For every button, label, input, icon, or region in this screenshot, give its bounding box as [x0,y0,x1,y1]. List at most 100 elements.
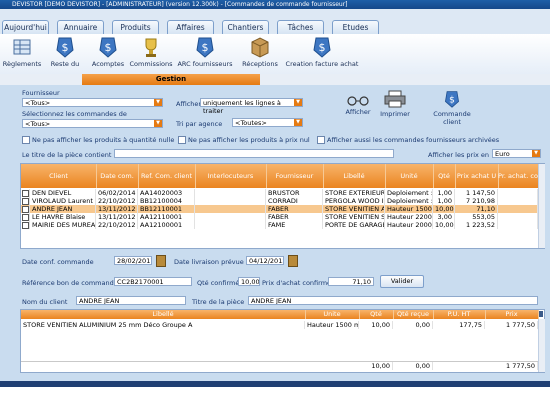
window-title: DEVISTOR [DEMO DEVISTOR] - [ADMINISTRATE… [12,1,348,8]
row-checkbox[interactable] [21,205,30,213]
cell-interlocuteurs [195,213,266,221]
table-row[interactable]: MAIRIE DES MUREAU 22/10/2012 AA12100001 … [21,221,538,229]
col-header-ref[interactable]: Ref. Com. client [138,164,196,188]
col-header-prix[interactable]: Prix [485,310,539,319]
cell-pr-achat-co [498,189,538,197]
row-checkbox[interactable] [21,189,30,197]
nom-client-input[interactable]: ANDRE JEAN [76,296,186,305]
cell-unite: Deploiement : [387,189,433,197]
chevron-down-icon: ▼ [532,150,540,157]
section-title: Gestion [82,74,260,85]
date-livraison-input[interactable]: 04/12/2012 [246,256,284,265]
col-header-pr-achat-co[interactable]: Pr. achat. co [498,164,539,188]
tab-chantiers[interactable]: Chantiers [222,20,269,34]
printer-icon [384,90,406,108]
date-conf-input[interactable]: 28/02/2017 [114,256,152,265]
col-header-date[interactable]: Date com. [96,164,139,188]
tab-annuaire[interactable]: Annuaire [57,20,104,34]
lines-header: Libellé Unite Qté prévue Qté reçue P.U. … [21,310,539,327]
toolbar-arc-fournisseurs[interactable]: $ ARC fournisseurs [176,36,234,68]
afficher-action[interactable]: Afficher [338,96,378,116]
section-bar: Gestion [0,74,550,85]
chevron-down-icon: ▼ [154,99,162,106]
orders-grid: Client Date com. Ref. Com. client Interl… [20,163,545,249]
save-icon[interactable] [539,311,543,317]
svg-text:$: $ [449,95,455,105]
commande-client-action[interactable]: $ Commande client [424,90,480,126]
cell-libelle: PORTE DE GARAGE [325,221,385,229]
menu-strip [0,9,550,20]
svg-text:$: $ [202,41,209,54]
col-header-libelle[interactable]: Libellé [323,164,386,188]
table-row[interactable]: STORE VENITIEN ALUMINIUM 25 mm Déco Grou… [21,321,538,329]
cell-interlocuteurs [195,197,266,205]
col-header-unite[interactable]: Unité [385,164,434,188]
tri-agence-select[interactable]: <Toutes> ▼ [232,118,303,127]
cell-ref: AA14020003 [138,189,195,197]
qte-nulle-checkbox[interactable] [22,136,30,144]
tab-affaires[interactable]: Affaires [167,20,214,34]
col-header-qte-recue[interactable]: Qté reçue [393,310,434,319]
ref-bon-input[interactable]: CC2B2170001 [114,277,192,286]
tab-aujourdhui[interactable]: Aujourd'hui [2,20,49,34]
col-header-client[interactable]: Client [21,164,97,188]
table-row[interactable]: DEN DIEVEL 06/02/2014 AA14020003 BRUSTOR… [21,189,538,197]
commandes-select[interactable]: <Tous> ▼ [22,119,163,128]
calendar-icon[interactable] [156,255,166,267]
col-header-pu-ht[interactable]: P.U. HT [433,310,486,319]
row-checkbox[interactable] [21,221,30,229]
afficher-select[interactable]: uniquement les lignes à traiter ▼ [200,98,303,115]
qte-confirmee-label: Qté confirmée [197,279,244,287]
dollar-icon: $ [445,91,459,108]
titre-contient-input[interactable] [114,149,394,158]
row-checkbox[interactable] [21,213,30,221]
col-header-interlocuteurs[interactable]: Interlocuteurs [195,164,267,188]
cell-qte-recue: 0,00 [393,321,433,329]
cell-libelle: PERGOLA WOOD IN [325,197,385,205]
imprimer-action[interactable]: Imprimer [375,90,415,118]
cell-pr-achat-co [498,197,538,205]
toolbar-creation-facture-achat[interactable]: $ Creation facture achat [284,36,360,68]
table-row[interactable]: LE HAVRE Blaise 13/11/2012 AA12110001 FA… [21,213,538,221]
table-row-selected[interactable]: ANDRE JEAN 13/11/2012 BB12110001 FABER S… [21,205,538,213]
nom-client-label: Nom du client [22,298,68,306]
cell-qte: 3,00 [433,213,455,221]
tab-produits[interactable]: Produits [112,20,159,34]
titre-piece-input[interactable]: ANDRE JEAN [248,296,538,305]
archivees-checkbox[interactable] [317,136,325,144]
toolbar-commissions[interactable]: Commissions [128,36,174,68]
fournisseur-select[interactable]: <Tous> ▼ [22,98,163,107]
cell-unite: Deploiement : [387,197,433,205]
valider-button[interactable]: Valider [380,275,424,288]
tab-taches[interactable]: Tâches [277,20,324,34]
col-header-qte-prevue[interactable]: Qté prévue [359,310,394,327]
table-row[interactable]: VIROLAUD Laurent 22/10/2012 BB12100004 C… [21,197,538,205]
qte-confirmee-input[interactable]: 10,00 [238,277,260,286]
cell-pr-achat-co [498,221,538,229]
total-qte-prevue: 10,00 [359,362,393,370]
lines-scrollbar[interactable] [538,319,545,372]
cell-unite: Hauteur 2200 [387,213,433,221]
toolbar-acomptes[interactable]: $ Acomptes [88,36,128,68]
col-header-prix-achat[interactable]: Prix achat U [455,164,499,188]
cell-fournisseur: FABER [266,205,323,213]
calendar-icon[interactable] [288,255,298,267]
toolbar-reste-du[interactable]: $ Reste du [46,36,84,68]
col-header-unite[interactable]: Unite [305,310,360,319]
cell-prix-achat: 553,05 [455,213,498,221]
grid-scrollbar[interactable] [538,164,545,248]
prix-confirme-input[interactable]: 71,10 [328,277,374,286]
toolbar-receptions[interactable]: Réceptions [238,36,282,68]
cell-fournisseur: CORRADI [266,197,323,205]
taskbar [0,381,550,387]
col-header-fournisseur[interactable]: Fournisseur [266,164,324,188]
col-header-libelle[interactable]: Libellé [21,310,306,319]
tab-etudes[interactable]: Etudes [332,20,379,34]
total-qte-recue: 0,00 [393,362,433,370]
prix-en-select[interactable]: Euro ▼ [492,149,541,158]
prix-nul-checkbox[interactable] [178,136,186,144]
grid-table-icon [13,39,31,55]
toolbar-reglements[interactable]: Règlements [2,36,42,68]
col-header-qte[interactable]: Qté [433,164,456,188]
row-checkbox[interactable] [21,197,30,205]
